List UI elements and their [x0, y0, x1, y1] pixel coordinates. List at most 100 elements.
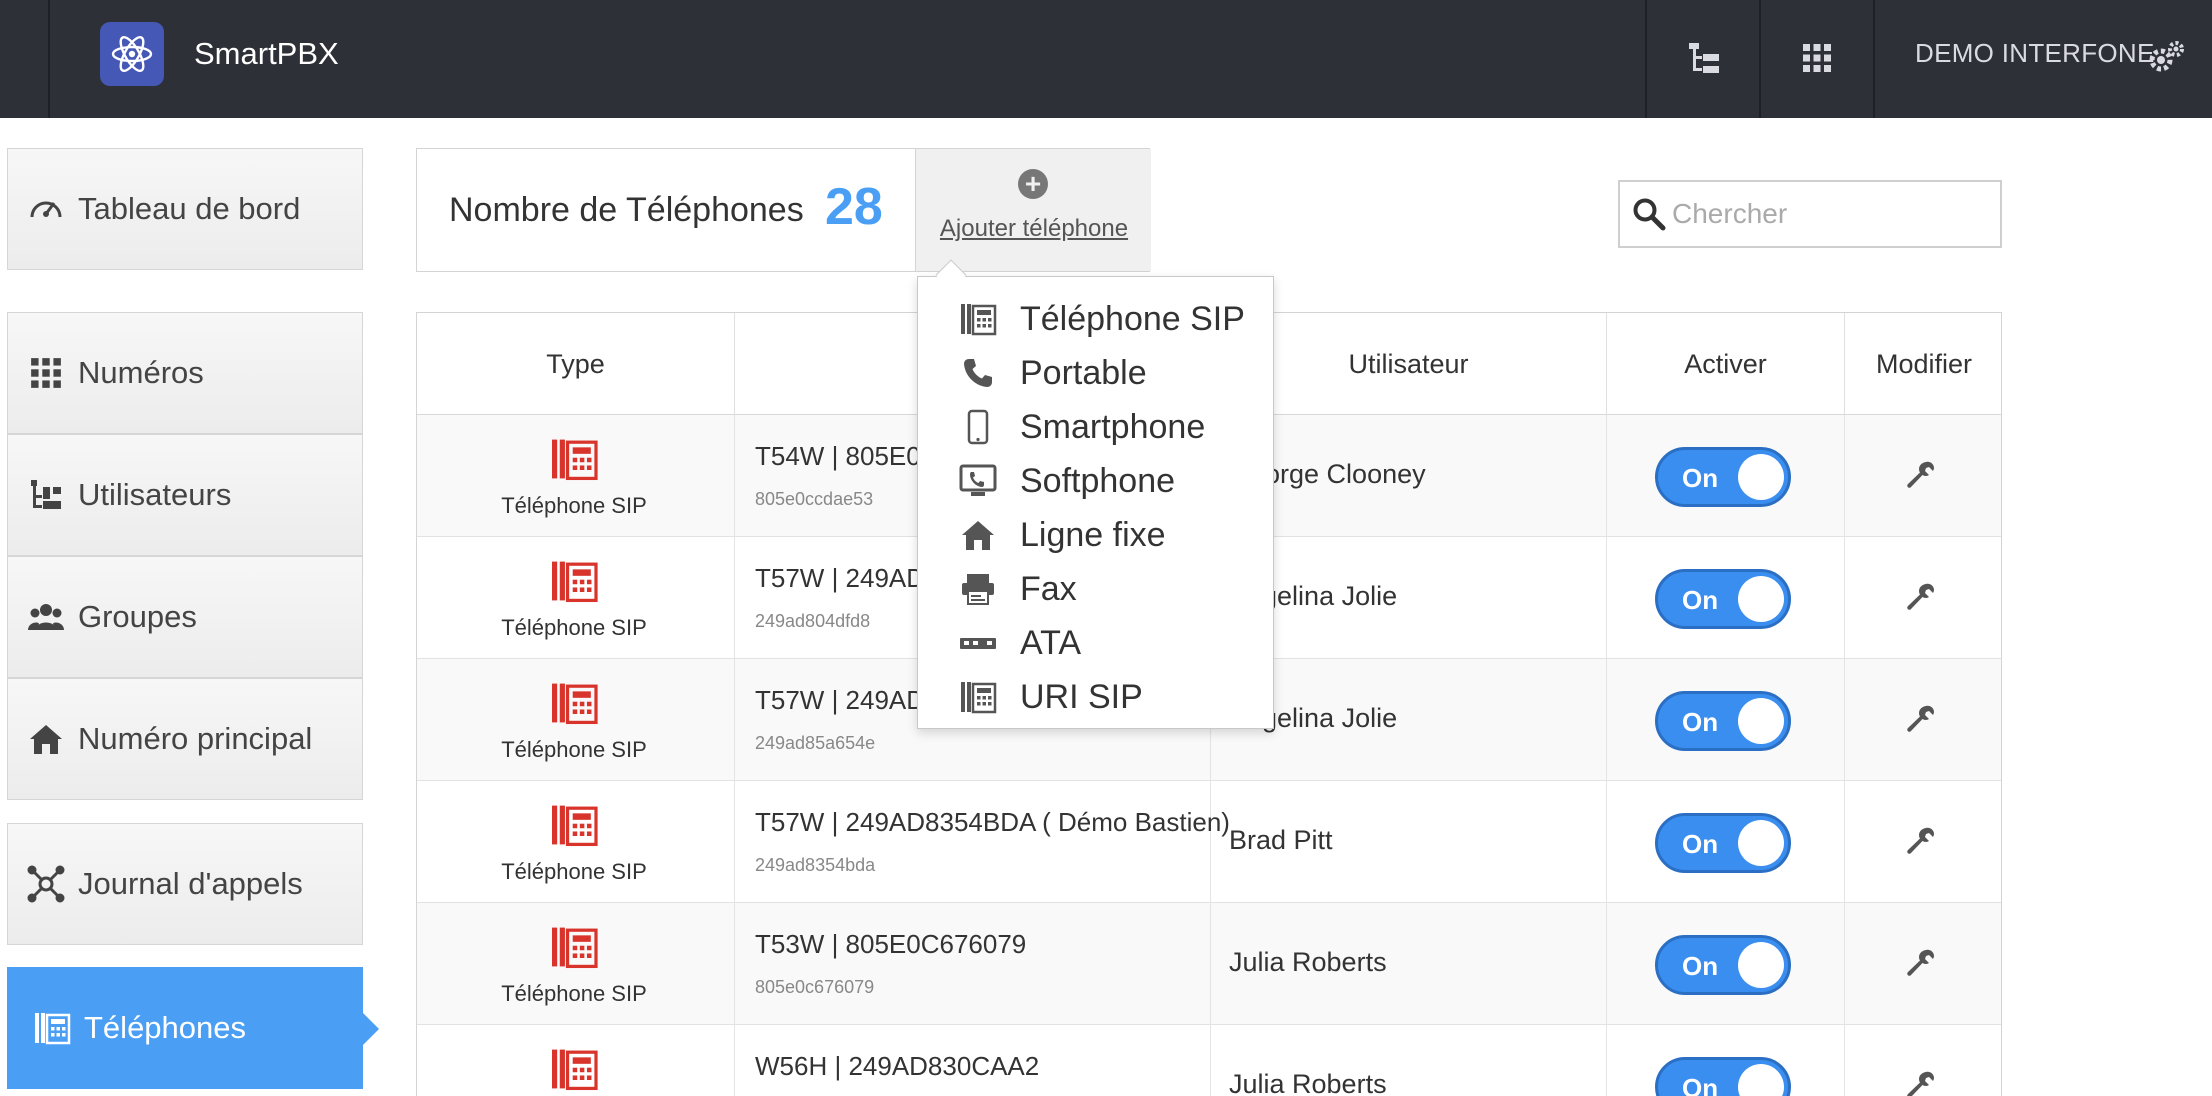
toggle-label: On — [1682, 951, 1719, 981]
toggle-knob — [1738, 942, 1784, 988]
dropdown-item-sip-phone[interactable]: Téléphone SIP — [918, 292, 1273, 346]
fax-icon — [958, 569, 998, 609]
device-type-label: Téléphone SIP — [501, 615, 647, 640]
atom-icon — [111, 35, 153, 73]
device-type-label: Téléphone SIP — [501, 737, 647, 762]
activate-toggle[interactable]: On — [1655, 935, 1791, 995]
table-row[interactable]: Téléphone SIPW56H | 249AD830CAA2Julia Ro… — [417, 1025, 2001, 1096]
sidebar-item-main-number[interactable]: Numéro principal — [7, 678, 363, 800]
device-name[interactable]: T57W | 249AD8354BDA ( Démo Bastien) — [755, 807, 1230, 838]
app-logo[interactable] — [100, 22, 164, 86]
top-bar: SmartPBX DEMO INTERFONE — [0, 0, 2212, 118]
device-user: Brad Pitt — [1229, 825, 1333, 855]
sidebar-item-label: Utilisateurs — [78, 477, 232, 512]
device-type-label: Téléphone SIP — [501, 981, 647, 1006]
wrench-icon[interactable] — [1905, 825, 1937, 857]
activate-toggle[interactable]: On — [1655, 813, 1791, 873]
sidebar-item-label: Numéros — [78, 355, 204, 390]
dropdown-item-label: Téléphone SIP — [1020, 299, 1245, 338]
sidebar-item-label: Tableau de bord — [78, 191, 301, 226]
cell-name — [735, 781, 1211, 903]
toggle-knob — [1738, 1064, 1784, 1096]
search-icon — [1633, 198, 1666, 231]
dropdown-item-label: Ligne fixe — [1020, 515, 1166, 554]
desk-phone-icon — [549, 437, 599, 486]
home-icon — [26, 719, 66, 759]
device-mac: 249ad8354bda — [755, 855, 876, 875]
dropdown-item-fax[interactable]: Fax — [918, 562, 1273, 616]
dropdown-item-label: Softphone — [1020, 461, 1176, 500]
add-phone-dropdown: Téléphone SIP Portable Smartphone Softph… — [917, 276, 1274, 729]
add-phone-button[interactable]: + Ajouter téléphone — [915, 149, 1151, 271]
device-user: Julia Roberts — [1229, 1069, 1387, 1096]
sidebar-item-label: Groupes — [78, 599, 197, 634]
activate-toggle[interactable]: On — [1655, 1057, 1791, 1096]
activate-toggle[interactable]: On — [1655, 447, 1791, 507]
cell-name — [735, 903, 1211, 1025]
device-mac: 249ad804dfd8 — [755, 611, 871, 631]
add-phone-label: Ajouter téléphone — [939, 215, 1129, 242]
activate-toggle[interactable]: On — [1655, 569, 1791, 629]
table-row[interactable]: Téléphone SIP T53W | 805E0C676079 805e0c67… — [417, 903, 2001, 1025]
sidebar-item-phones[interactable]: Téléphones — [7, 967, 363, 1089]
account-name[interactable]: DEMO INTERFONE — [1915, 38, 2155, 69]
device-name[interactable]: W56H | 249AD830CAA2 — [755, 1051, 1039, 1082]
dropdown-item-landline[interactable]: Ligne fixe — [918, 508, 1273, 562]
dropdown-item-label: Smartphone — [1020, 407, 1206, 446]
wrench-icon[interactable] — [1905, 459, 1937, 491]
desk-phone-icon — [549, 803, 599, 852]
column-header-edit: Modifier — [1875, 348, 1973, 379]
column-header-type[interactable]: Type — [417, 313, 735, 415]
dropdown-item-label: ATA — [1020, 623, 1082, 662]
softphone-icon — [958, 461, 998, 501]
device-mac: 805e0c676079 — [755, 977, 875, 997]
wrench-icon[interactable] — [1905, 947, 1937, 979]
sidebar-item-numbers[interactable]: Numéros — [7, 312, 363, 434]
toggle-label: On — [1682, 463, 1719, 493]
dropdown-item-label: URI SIP — [1020, 677, 1143, 716]
dropdown-item-smartphone[interactable]: Smartphone — [918, 400, 1273, 454]
plus-circle-icon: + — [1018, 169, 1048, 199]
dropdown-item-ata[interactable]: ATA — [918, 616, 1273, 670]
wrench-icon[interactable] — [1905, 1069, 1937, 1096]
topbar-divider — [48, 0, 50, 118]
toggle-knob — [1738, 576, 1784, 622]
ata-icon — [958, 623, 998, 663]
sidebar-item-dashboard[interactable]: Tableau de bord — [7, 148, 363, 270]
device-name[interactable]: T53W | 805E0C676079 — [755, 929, 1026, 960]
app-title: SmartPBX — [194, 36, 339, 71]
call-log-icon — [26, 864, 66, 904]
home-icon — [958, 515, 998, 555]
toggle-label: On — [1682, 1073, 1719, 1096]
sidebar-item-groups[interactable]: Groupes — [7, 556, 363, 678]
toggle-knob — [1738, 454, 1784, 500]
toggle-knob — [1738, 698, 1784, 744]
phone-counter: Nombre de Téléphones 28 + Ajouter téléph… — [416, 148, 1151, 272]
desk-phone-icon — [549, 925, 599, 974]
topbar-separator — [1873, 0, 1875, 118]
search-input[interactable] — [1672, 198, 1992, 230]
search-box[interactable] — [1618, 180, 2002, 248]
dropdown-item-softphone[interactable]: Softphone — [918, 454, 1273, 508]
users-hierarchy-icon — [26, 475, 66, 515]
active-item-arrow — [363, 1013, 379, 1045]
sidebar-item-users[interactable]: Utilisateurs — [7, 434, 363, 556]
dropdown-item-uri-sip[interactable]: URI SIP — [918, 670, 1273, 724]
column-header-activate[interactable]: Activer — [1607, 313, 1845, 415]
device-mac: 805e0ccdae53 — [755, 489, 874, 509]
table-row[interactable]: Téléphone SIP T57W | 249AD8354BDA ( Démo … — [417, 781, 2001, 903]
wrench-icon[interactable] — [1905, 703, 1937, 735]
wrench-icon[interactable] — [1905, 581, 1937, 613]
activate-toggle[interactable]: On — [1655, 691, 1791, 751]
phone-handset-icon — [958, 353, 998, 393]
gears-icon[interactable] — [2146, 38, 2186, 83]
tree-structure-icon[interactable] — [1682, 36, 1726, 80]
desk-phone-icon — [549, 559, 599, 608]
dropdown-item-mobile[interactable]: Portable — [918, 346, 1273, 400]
apps-grid-icon[interactable] — [1795, 36, 1839, 80]
sidebar-item-call-log[interactable]: Journal d'appels — [7, 823, 363, 945]
desk-phone-icon — [32, 1008, 72, 1048]
gauge-icon — [26, 189, 66, 229]
sidebar-item-label: Téléphones — [84, 1010, 247, 1045]
desk-phone-icon — [549, 1047, 599, 1096]
